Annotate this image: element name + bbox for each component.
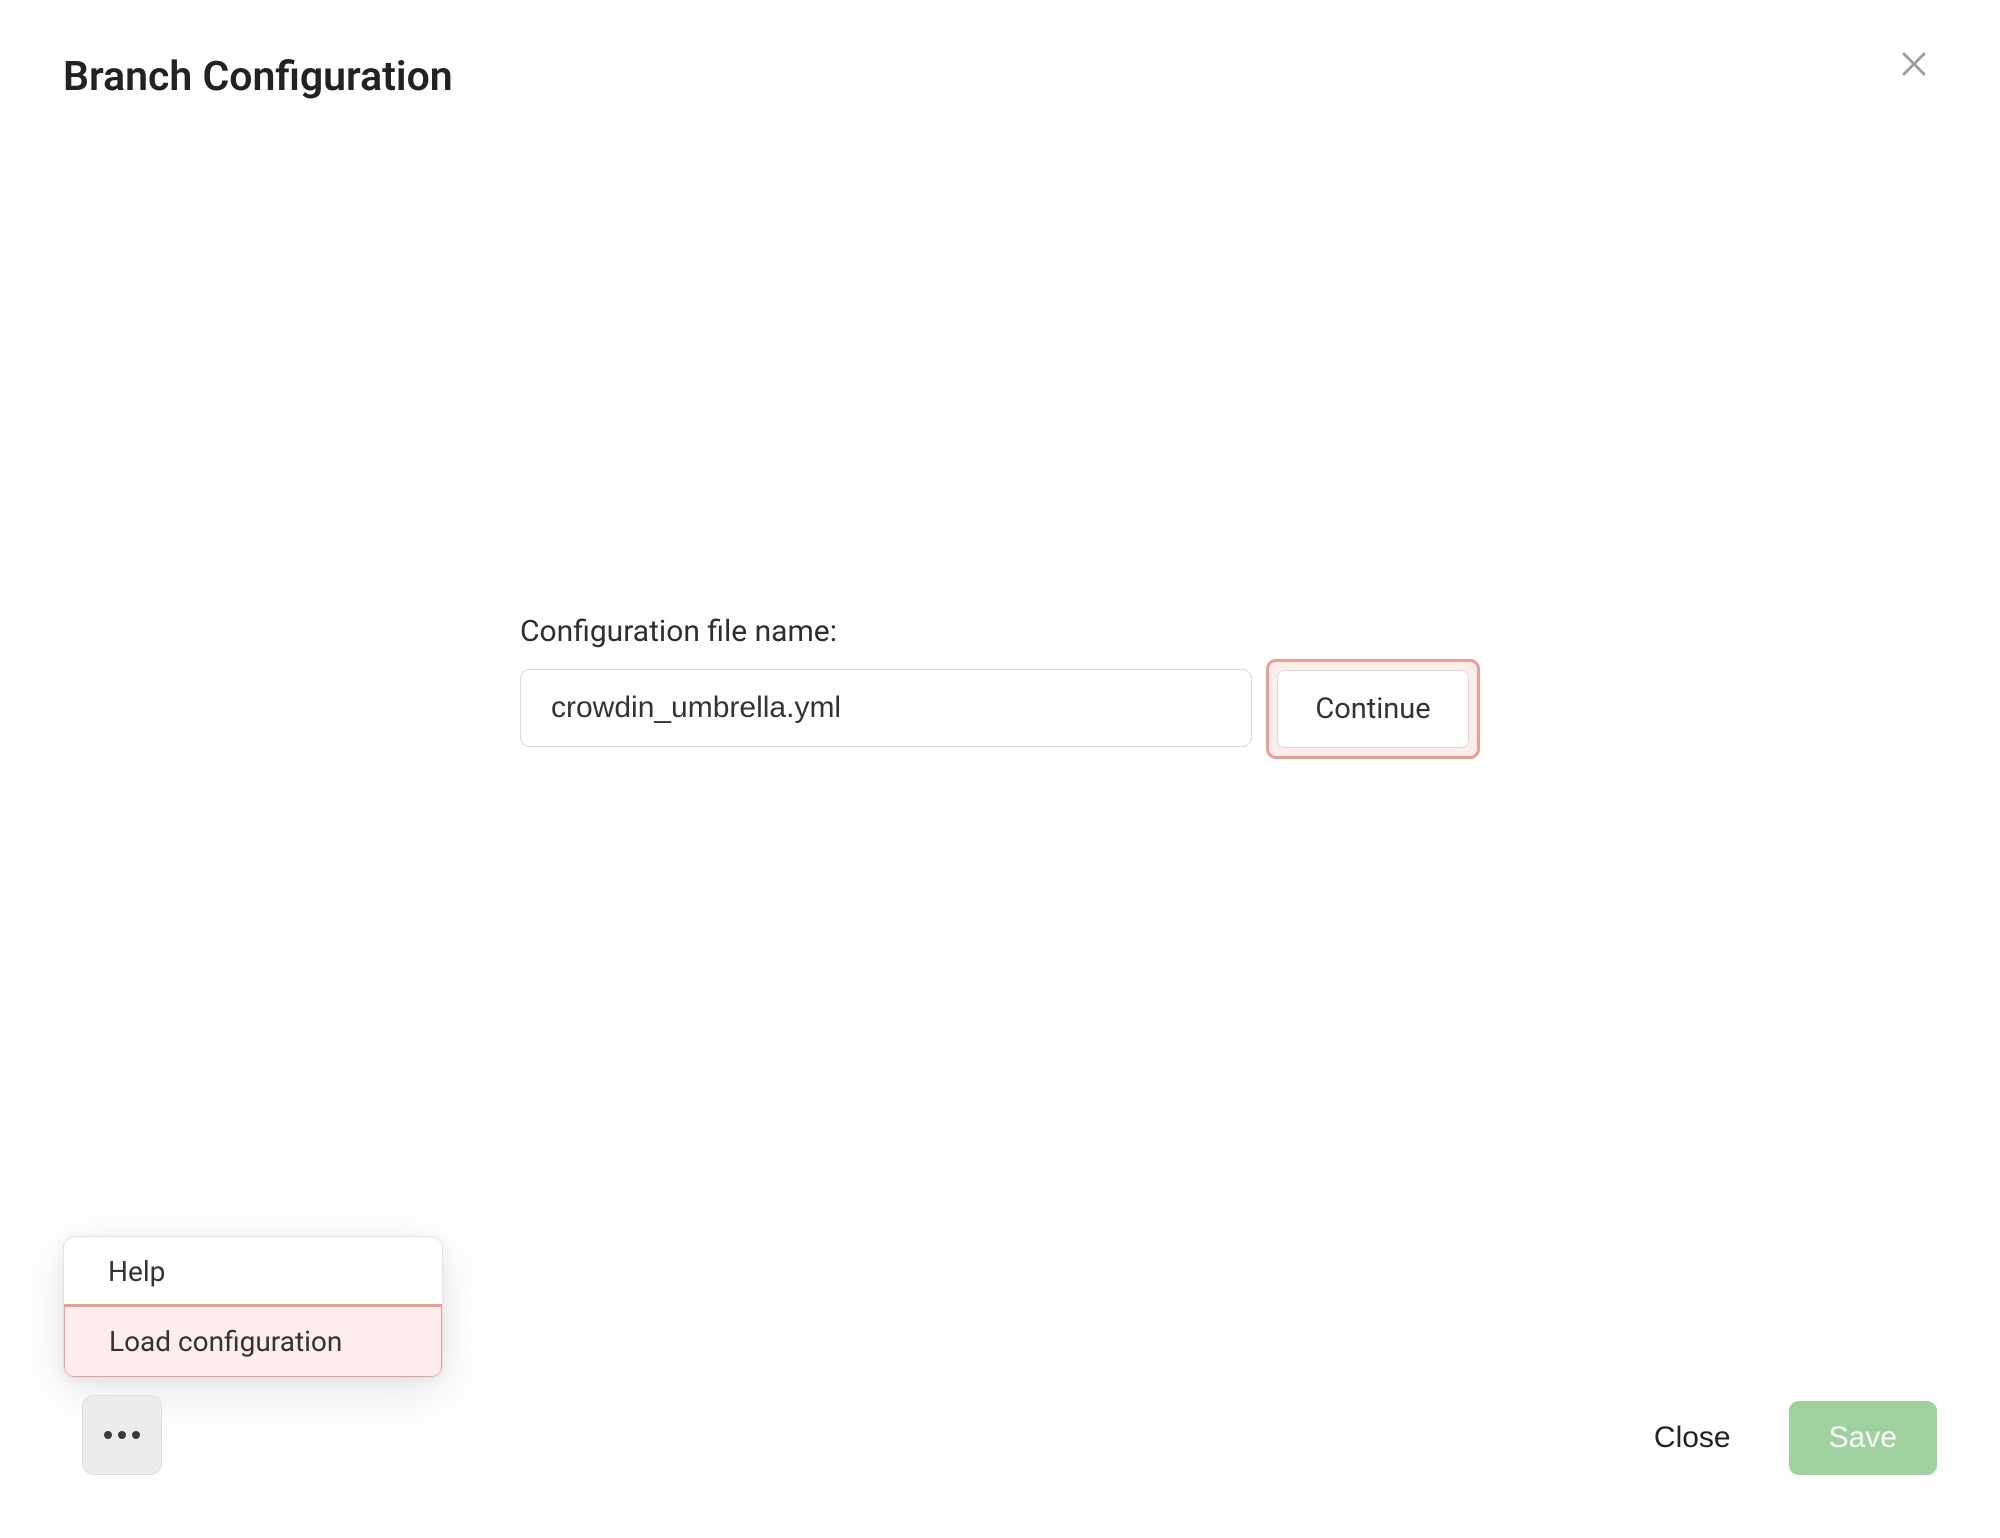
modal-header: Branch Configuration bbox=[0, 0, 2000, 101]
config-filename-input[interactable] bbox=[520, 669, 1252, 747]
continue-button[interactable]: Continue bbox=[1266, 659, 1480, 759]
config-form: Configuration file name: Continue bbox=[520, 614, 1480, 749]
continue-button-label: Continue bbox=[1277, 670, 1469, 748]
config-filename-label: Configuration file name: bbox=[520, 614, 1480, 649]
more-menu-popover: Help Load configuration bbox=[63, 1236, 443, 1378]
menu-item-load-configuration[interactable]: Load configuration bbox=[63, 1304, 443, 1378]
close-icon[interactable] bbox=[1891, 41, 1937, 93]
save-button[interactable]: Save bbox=[1789, 1401, 1937, 1475]
config-field-row: Continue bbox=[520, 669, 1480, 749]
modal-footer: Close Save bbox=[1646, 1401, 1937, 1475]
more-button[interactable] bbox=[82, 1395, 162, 1475]
ellipsis-icon bbox=[104, 1431, 140, 1439]
modal-title: Branch Configuration bbox=[63, 53, 453, 101]
menu-item-help[interactable]: Help bbox=[64, 1237, 442, 1306]
close-button[interactable]: Close bbox=[1646, 1411, 1739, 1465]
